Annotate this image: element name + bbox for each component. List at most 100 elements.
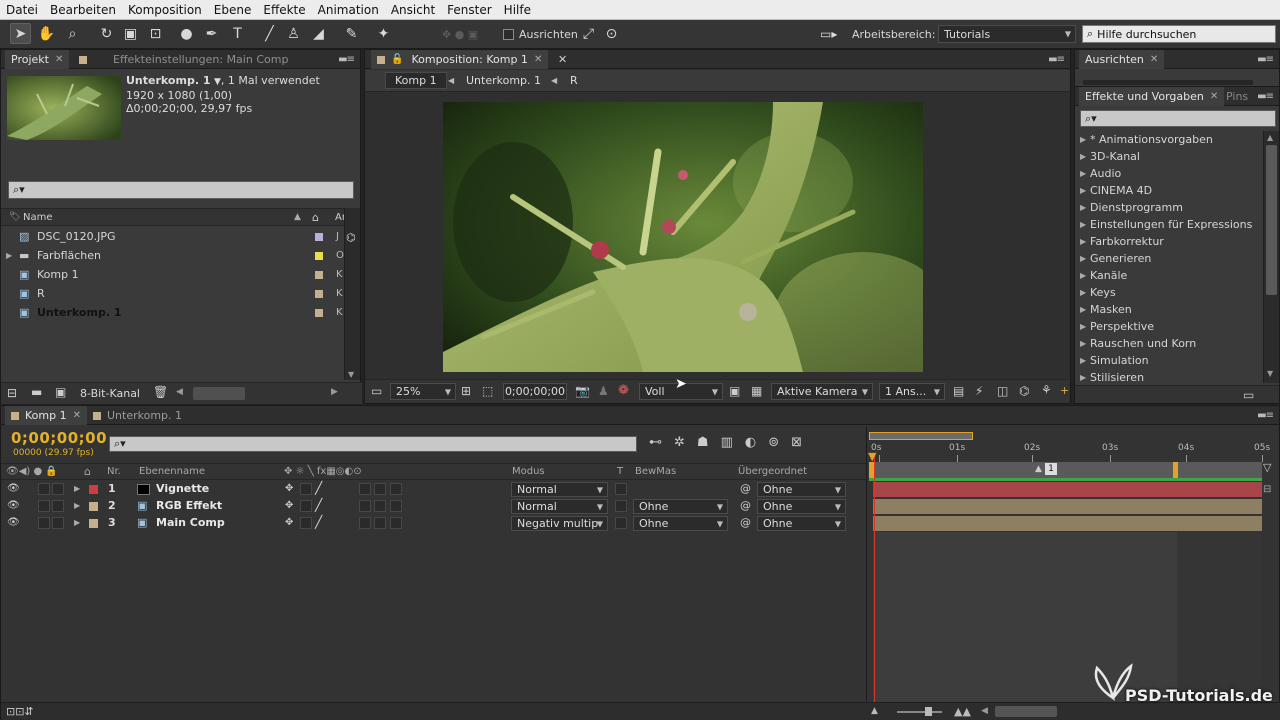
flowchart-icon[interactable]: ⌬ <box>346 231 356 244</box>
comp-marker-bin-icon[interactable]: ▽ <box>1263 461 1271 474</box>
expand-arrow-icon[interactable]: ▶ <box>1080 288 1086 297</box>
zoom-tool-icon[interactable]: ⌕ <box>62 23 83 44</box>
effects-scrollbar[interactable]: ▲ ▼ <box>1263 131 1279 383</box>
motion-blur-icon[interactable]: ◐ <box>745 435 756 450</box>
snapshot-icon[interactable]: 📷 <box>575 384 590 398</box>
effects-category[interactable]: ▶ Einstellungen für Expressions <box>1075 216 1263 233</box>
close-icon[interactable]: ✕ <box>1150 54 1158 65</box>
tab-pins[interactable]: Pins <box>1220 87 1254 106</box>
panel-menu-icon[interactable]: ▬≡ <box>1048 54 1065 65</box>
effects-category[interactable]: ▶ Stilisieren <box>1075 369 1263 383</box>
menu-effekte[interactable]: Effekte <box>257 3 311 17</box>
menu-datei[interactable]: Datei <box>0 3 44 17</box>
effects-category[interactable]: ▶ Kanäle <box>1075 267 1263 284</box>
layer-switches-toggle-icon[interactable]: ⊡⊡⇵ <box>6 705 34 718</box>
column-layer-name[interactable]: Ebenenname <box>139 466 205 477</box>
snap-target-icon[interactable]: ⊙ <box>601 23 622 44</box>
bit-depth-button[interactable]: 8-Bit-Kanal <box>80 387 140 400</box>
current-time-display[interactable]: 0;00;00;00 <box>503 383 567 400</box>
expand-arrow-icon[interactable]: ▶ <box>1080 220 1086 229</box>
project-item[interactable]: ▣ R K <box>1 284 344 303</box>
expand-arrow-icon[interactable]: ▶ <box>1080 356 1086 365</box>
scroll-left-icon[interactable]: ◀ <box>176 387 183 397</box>
view-layout-select[interactable]: 1 Ans... ▼ <box>879 383 945 400</box>
show-snapshot-icon[interactable]: ♟ <box>598 384 609 398</box>
region-of-interest-icon[interactable]: ▣ <box>729 384 740 398</box>
always-preview-icon[interactable]: ▭ <box>371 384 382 398</box>
fit-to-frame-icon[interactable]: ⊞ <box>461 384 471 398</box>
current-time-display[interactable]: 0;00;00;00 <box>11 429 107 447</box>
help-search-field[interactable]: ⌕ Hilfe durchsuchen <box>1082 25 1276 43</box>
chevron-down-icon[interactable]: ▼ <box>348 370 354 379</box>
effects-category[interactable]: ▶ * Animationsvorgaben <box>1075 131 1263 148</box>
tab-align[interactable]: Ausrichten ✕ <box>1079 50 1165 69</box>
rotate-tool-icon[interactable]: ↻ <box>96 23 117 44</box>
timeline-search-input[interactable]: ⌕▾ <box>109 436 637 452</box>
snap-expand-icon[interactable]: ⤢ <box>578 23 599 44</box>
tab-effects-presets[interactable]: Effekte und Vorgaben ✕ <box>1079 87 1225 106</box>
frame-blending-icon[interactable]: ▥ <box>721 435 733 450</box>
align-option[interactable]: Ausrichten <box>503 28 578 41</box>
puppet-pin-tool-icon[interactable]: ✦ <box>373 23 394 44</box>
clone-stamp-tool-icon[interactable]: ♙ <box>283 23 304 44</box>
interpret-footage-icon[interactable]: ⊟ <box>7 386 17 400</box>
tab-project[interactable]: Projekt ✕ <box>5 50 70 69</box>
expand-arrow-icon[interactable]: ▶ <box>1080 339 1086 348</box>
panel-menu-icon[interactable]: ▬≡ <box>1257 410 1274 421</box>
selection-tool-icon[interactable]: ➤ <box>10 23 31 44</box>
brush-tool-icon[interactable]: ╱ <box>259 23 280 44</box>
column-name[interactable]: Name <box>23 212 53 223</box>
horizontal-scroll-thumb[interactable] <box>193 387 245 400</box>
menu-animation[interactable]: Animation <box>312 3 385 17</box>
new-composition-icon[interactable]: ▣ <box>55 385 66 399</box>
color-channels-icon[interactable]: ❁ <box>618 383 629 398</box>
effects-category[interactable]: ▶ 3D-Kanal <box>1075 148 1263 165</box>
transparency-grid-icon[interactable]: ▦ <box>751 384 762 398</box>
expand-arrow-icon[interactable]: ▶ <box>1080 254 1086 263</box>
work-area-end-handle[interactable] <box>1173 462 1178 478</box>
pen-tool-icon[interactable]: ✒ <box>201 23 222 44</box>
new-folder-icon[interactable]: ▬ <box>31 385 42 399</box>
comp-marker-label[interactable]: 1 <box>1045 463 1057 475</box>
safe-zones-icon[interactable]: ⬚ <box>482 384 493 398</box>
comp-marker-icon[interactable]: ▲ <box>1035 464 1042 474</box>
effects-category[interactable]: ▶ Generieren <box>1075 250 1263 267</box>
zoom-in-icon[interactable]: ▲▲ <box>954 705 971 718</box>
effects-scroll-thumb[interactable] <box>1266 145 1277 295</box>
magnification-select[interactable]: 25% ▼ <box>390 383 456 400</box>
comp-mini-flowchart-icon[interactable]: ⊷ <box>649 435 662 450</box>
text-tool-icon[interactable]: T <box>227 23 248 44</box>
label-color-swatch[interactable] <box>315 271 323 279</box>
panel-menu-icon[interactable]: ▬≡ <box>1257 54 1274 65</box>
ellipse-tool-icon[interactable]: ● <box>176 23 197 44</box>
menu-komposition[interactable]: Komposition <box>122 3 208 17</box>
label-color-swatch[interactable] <box>315 309 323 317</box>
current-time-indicator[interactable] <box>874 454 875 702</box>
chevron-down-icon[interactable]: ▼ <box>1267 369 1273 378</box>
project-item[interactable]: ▣ Unterkomp. 1 K <box>1 303 344 322</box>
scroll-right-icon[interactable]: ▶ <box>331 387 338 397</box>
effects-category[interactable]: ▶ Masken <box>1075 301 1263 318</box>
panel-menu-icon[interactable]: ▬≡ <box>1257 91 1274 102</box>
new-preset-icon[interactable]: ▭ <box>1243 388 1254 402</box>
eraser-tool-icon[interactable]: ◢ <box>308 23 329 44</box>
fast-previews-icon[interactable]: ⚡ <box>975 384 983 398</box>
timeline-scroll-thumb[interactable] <box>995 706 1057 717</box>
effects-category[interactable]: ▶ Audio <box>1075 165 1263 182</box>
layer-duration-bar[interactable] <box>873 499 1262 514</box>
effects-search-input[interactable]: ⌕▾ <box>1080 110 1276 127</box>
hand-tool-icon[interactable]: ✋ <box>36 23 57 44</box>
tab-composition[interactable]: 🔓 Komposition: Komp 1 ✕ <box>371 50 549 69</box>
label-color-swatch[interactable] <box>315 252 323 260</box>
expand-arrow-icon[interactable]: ▶ <box>6 251 12 260</box>
effects-category[interactable]: ▶ CINEMA 4D <box>1075 182 1263 199</box>
scroll-left-icon[interactable]: ◀ <box>981 706 988 716</box>
menu-bearbeiten[interactable]: Bearbeiten <box>44 3 122 17</box>
reset-exposure-icon[interactable]: ⚘ <box>1041 383 1052 397</box>
close-viewer-button[interactable]: ✕ <box>552 50 573 69</box>
lock-icon[interactable]: 🔓 <box>391 54 403 65</box>
time-navigator[interactable] <box>869 432 973 440</box>
expand-arrow-icon[interactable]: ▶ <box>1080 186 1086 195</box>
breadcrumb-unterkomp-1[interactable]: Unterkomp. 1 <box>466 74 541 87</box>
chevron-down-icon[interactable]: ▼ <box>214 77 221 87</box>
